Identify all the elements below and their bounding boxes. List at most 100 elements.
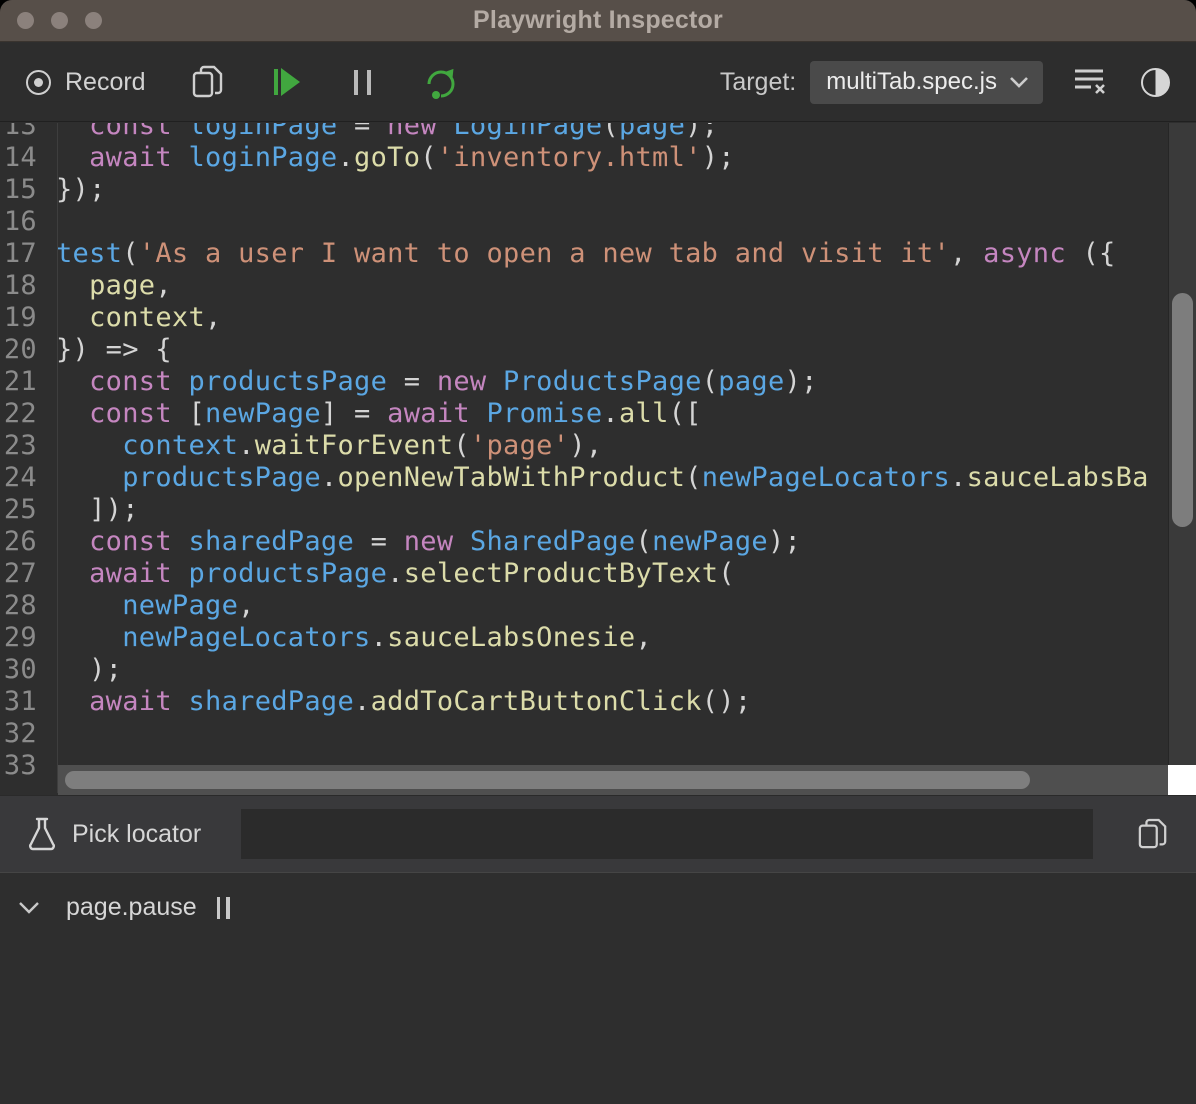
traffic-lights: [17, 12, 102, 29]
gutter-divider: [57, 123, 58, 793]
code-line[interactable]: 27 await productsPage.selectProductByTex…: [0, 558, 1168, 590]
line-number: 27: [0, 558, 47, 590]
copy-script-button[interactable]: [192, 65, 224, 99]
code-line[interactable]: 25 ]);: [0, 494, 1168, 526]
log-entry[interactable]: page.pause: [0, 873, 1196, 922]
copy-locator-button[interactable]: [1138, 818, 1168, 850]
line-number: 19: [0, 302, 47, 334]
code-text: const [newPage] = await Promise.all([: [47, 398, 702, 430]
code-text: newPageLocators.sauceLabsOnesie,: [47, 622, 652, 654]
line-number: 13: [0, 123, 47, 142]
line-number: 30: [0, 654, 47, 686]
line-number: 32: [0, 718, 47, 750]
close-button[interactable]: [17, 12, 34, 29]
code-line[interactable]: 20}) => {: [0, 334, 1168, 366]
pause-icon: [217, 897, 230, 919]
code-lines: 13 const loginPage = new LoginPage(page)…: [0, 123, 1168, 782]
chevron-down-icon: [18, 901, 40, 915]
target-select[interactable]: multiTab.spec.js: [810, 61, 1043, 104]
code-editor[interactable]: 13 const loginPage = new LoginPage(page)…: [0, 123, 1168, 795]
pause-button[interactable]: [354, 70, 371, 95]
code-line[interactable]: 13 const loginPage = new LoginPage(page)…: [0, 123, 1168, 142]
code-text: [47, 718, 56, 750]
copy-icon: [192, 65, 224, 99]
code-line[interactable]: 32: [0, 718, 1168, 750]
code-line[interactable]: 22 const [newPage] = await Promise.all([: [0, 398, 1168, 430]
toolbar-right: Target: multiTab.spec.js: [720, 61, 1170, 104]
record-button[interactable]: Record: [26, 68, 146, 97]
record-icon: [26, 70, 51, 95]
code-line[interactable]: 24 productsPage.openNewTabWithProduct(ne…: [0, 462, 1168, 494]
contrast-icon[interactable]: [1141, 68, 1170, 97]
code-text: newPage,: [47, 590, 255, 622]
clear-log-icon: [1073, 67, 1107, 97]
pick-locator-bar: Pick locator: [0, 795, 1196, 872]
code-line[interactable]: 29 newPageLocators.sauceLabsOnesie,: [0, 622, 1168, 654]
line-number: 14: [0, 142, 47, 174]
minimize-button[interactable]: [51, 12, 68, 29]
step-over-icon: [423, 64, 457, 100]
code-text: const productsPage = new ProductsPage(pa…: [47, 366, 818, 398]
line-number: 22: [0, 398, 47, 430]
code-line[interactable]: 19 context,: [0, 302, 1168, 334]
code-line[interactable]: 30 );: [0, 654, 1168, 686]
clear-log-button[interactable]: [1073, 67, 1107, 97]
code-line[interactable]: 14 await loginPage.goTo('inventory.html'…: [0, 142, 1168, 174]
code-text: ]);: [47, 494, 139, 526]
line-number: 20: [0, 334, 47, 366]
copy-icon: [1138, 818, 1168, 850]
code-line[interactable]: 23 context.waitForEvent('page'),: [0, 430, 1168, 462]
toolbar: Record Target: multiTab.spec.j: [0, 43, 1196, 122]
locator-input[interactable]: [241, 809, 1093, 859]
line-number: 23: [0, 430, 47, 462]
playwright-inspector-window: Playwright Inspector Record: [0, 0, 1196, 1104]
code-text: [47, 750, 56, 782]
vertical-scrollbar[interactable]: [1168, 123, 1196, 765]
chevron-down-icon: [1009, 76, 1029, 89]
code-line[interactable]: 21 const productsPage = new ProductsPage…: [0, 366, 1168, 398]
line-number: 26: [0, 526, 47, 558]
code-text: context.waitForEvent('page'),: [47, 430, 602, 462]
code-line[interactable]: 31 await sharedPage.addToCartButtonClick…: [0, 686, 1168, 718]
line-number: 33: [0, 750, 47, 782]
log-entry-label: page.pause: [66, 893, 197, 922]
code-text: const sharedPage = new SharedPage(newPag…: [47, 526, 801, 558]
line-number: 25: [0, 494, 47, 526]
code-line[interactable]: 18 page,: [0, 270, 1168, 302]
line-number: 21: [0, 366, 47, 398]
vertical-scrollbar-thumb[interactable]: [1172, 293, 1193, 527]
titlebar: Playwright Inspector: [0, 0, 1196, 42]
code-line[interactable]: 28 newPage,: [0, 590, 1168, 622]
horizontal-scrollbar[interactable]: [58, 765, 1168, 795]
target-value: multiTab.spec.js: [826, 68, 997, 96]
code-text: context,: [47, 302, 222, 334]
code-line[interactable]: 16: [0, 206, 1168, 238]
code-text: page,: [47, 270, 172, 302]
log-panel: page.pause: [0, 872, 1196, 1104]
code-text: await sharedPage.addToCartButtonClick();: [47, 686, 751, 718]
line-number: 28: [0, 590, 47, 622]
pause-icon: [354, 70, 358, 95]
zoom-button[interactable]: [85, 12, 102, 29]
code-line[interactable]: 15});: [0, 174, 1168, 206]
line-number: 15: [0, 174, 47, 206]
line-number: 17: [0, 238, 47, 270]
step-over-button[interactable]: [423, 64, 457, 100]
line-number: 29: [0, 622, 47, 654]
flask-icon: [28, 817, 56, 851]
code-line[interactable]: 26 const sharedPage = new SharedPage(new…: [0, 526, 1168, 558]
code-text: await loginPage.goTo('inventory.html');: [47, 142, 735, 174]
line-number: 24: [0, 462, 47, 494]
resume-button[interactable]: [274, 68, 300, 96]
code-text: test('As a user I want to open a new tab…: [47, 238, 1116, 270]
window-title: Playwright Inspector: [473, 6, 723, 35]
horizontal-scrollbar-thumb[interactable]: [65, 771, 1030, 789]
code-text: const loginPage = new LoginPage(page);: [47, 123, 718, 142]
code-text: );: [47, 654, 122, 686]
resume-icon: [274, 69, 278, 95]
code-text: }) => {: [47, 334, 172, 366]
pick-locator-label: Pick locator: [72, 820, 201, 849]
code-text: productsPage.openNewTabWithProduct(newPa…: [47, 462, 1149, 494]
target-label: Target:: [720, 68, 796, 97]
code-line[interactable]: 17test('As a user I want to open a new t…: [0, 238, 1168, 270]
